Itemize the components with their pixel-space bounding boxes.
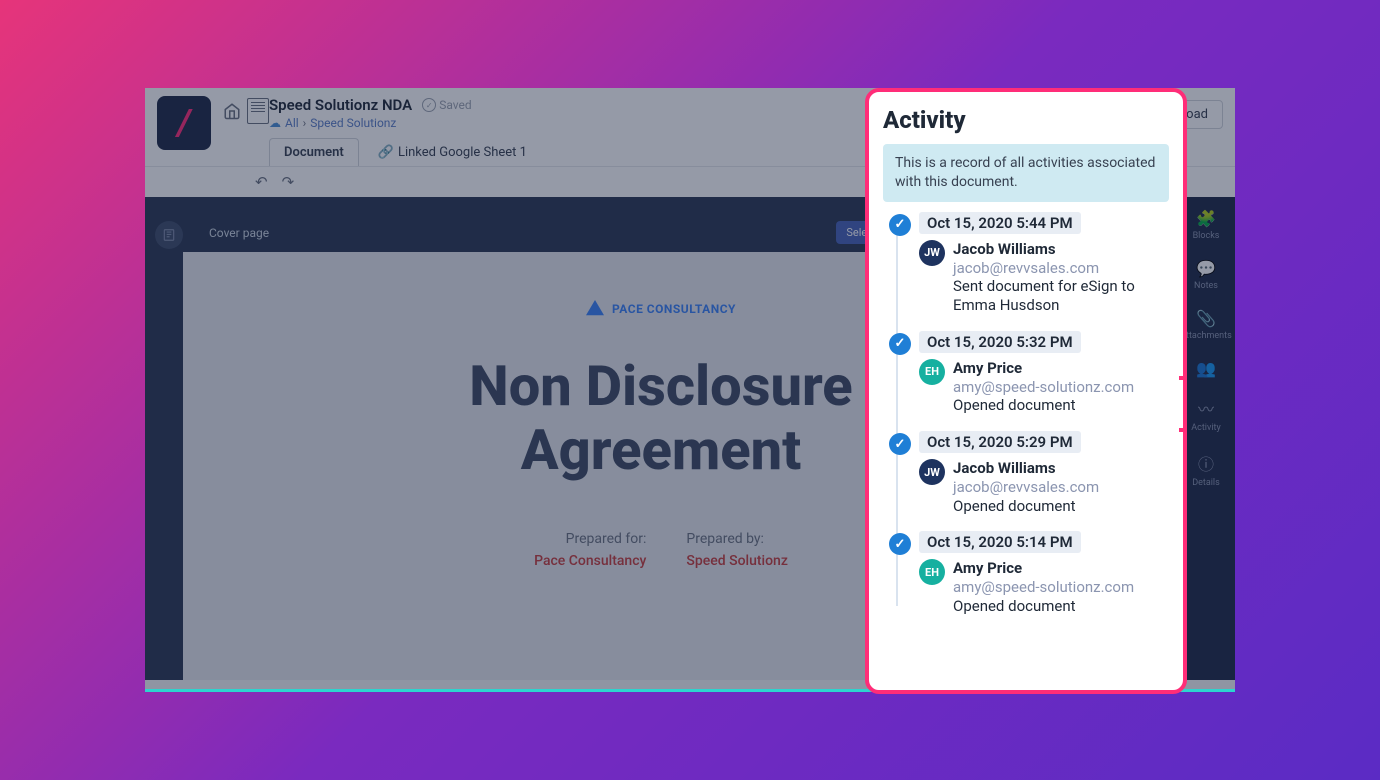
tab-document[interactable]: Document (269, 138, 359, 166)
prepared-row: Prepared for: Pace Consultancy Prepared … (534, 531, 788, 569)
breadcrumb-folder[interactable]: Speed Solutionz (310, 116, 396, 130)
sidebar-item-notes[interactable]: 💬Notes (1194, 259, 1218, 291)
attachments-icon: 📎 (1196, 309, 1216, 328)
saved-label: Saved (439, 98, 471, 112)
timeline-user-email: jacob@revvsales.com (953, 478, 1099, 497)
prepared-by: Prepared by: Speed Solutionz (686, 531, 788, 569)
sidebar-item-blocks[interactable]: 🧩Blocks (1193, 209, 1220, 241)
home-icon[interactable] (223, 102, 241, 120)
document-title: Speed Solutionz NDA (269, 96, 412, 114)
timeline-action: Opened document (953, 597, 1134, 616)
saved-indicator: ✓ Saved (422, 98, 471, 112)
prepared-by-label: Prepared by: (686, 531, 788, 547)
avatar: JW (919, 240, 945, 266)
activity-timeline: ✓ Oct 15, 2020 5:44 PM JW Jacob Williams… (883, 212, 1169, 616)
activity-description: This is a record of all activities assoc… (883, 144, 1169, 202)
activity-icon: 〰 (1198, 396, 1214, 420)
check-badge-icon: ✓ (889, 333, 911, 355)
timeline-item: ✓ Oct 15, 2020 5:29 PM JW Jacob Williams… (887, 431, 1169, 515)
timeline-action: Sent document for eSign to Emma Husdson (953, 277, 1169, 315)
undo-icon[interactable]: ↶ (255, 173, 268, 191)
avatar: EH (919, 559, 945, 585)
timeline-item: ✓ Oct 15, 2020 5:14 PM EH Amy Price amy@… (887, 531, 1169, 615)
app-window: / Speed Solutionz NDA ✓ Saved ☁ All › Sp… (145, 88, 1235, 692)
timeline-action: Opened document (953, 497, 1099, 516)
logo-slash-icon: / (178, 102, 191, 144)
brand-text: PACE CONSULTANCY (612, 302, 736, 316)
details-icon: ⓘ (1198, 451, 1214, 475)
breadcrumb-all[interactable]: All (285, 116, 299, 130)
document-main-title: Non DisclosureAgreement (469, 354, 852, 483)
prepared-for-label: Prepared for: (534, 531, 646, 547)
document-icon (247, 98, 269, 124)
brand-row: PACE CONSULTANCY (586, 300, 736, 318)
check-badge-icon: ✓ (889, 433, 911, 455)
tab-linked-sheet[interactable]: 🔗Linked Google Sheet 1 (363, 138, 542, 166)
sidebar-item-activity[interactable]: 〰Activity (1191, 396, 1220, 433)
timeline-timestamp: Oct 15, 2020 5:29 PM (919, 431, 1081, 453)
redo-icon[interactable]: ↷ (282, 173, 295, 191)
activity-panel: Activity Activity This is a record of al… (865, 88, 1187, 694)
sidebar-item-people[interactable]: 👥 (1196, 359, 1216, 378)
brand-triangle-icon (586, 300, 604, 318)
timeline-user-name: Amy Price (953, 359, 1134, 378)
app-logo[interactable]: / (157, 96, 211, 150)
timeline-user-email: amy@speed-solutionz.com (953, 378, 1134, 397)
sidebar-item-attachments[interactable]: 📎Attachments (1180, 309, 1231, 341)
page-thumbnail-icon[interactable] (155, 221, 183, 249)
check-badge-icon: ✓ (889, 214, 911, 236)
timeline-item: ✓ Oct 15, 2020 5:32 PM EH Amy Price amy@… (887, 331, 1169, 415)
cover-page-label: Cover page (209, 226, 269, 240)
cloud-icon: ☁ (269, 116, 281, 130)
timeline-timestamp: Oct 15, 2020 5:32 PM (919, 331, 1081, 353)
avatar: JW (919, 459, 945, 485)
timeline-action: Opened document (953, 396, 1134, 415)
prepared-by-value: Speed Solutionz (686, 553, 788, 569)
timeline-user-name: Jacob Williams (953, 240, 1169, 259)
timeline-item: ✓ Oct 15, 2020 5:44 PM JW Jacob Williams… (887, 212, 1169, 315)
blocks-icon: 🧩 (1196, 209, 1216, 228)
timeline-timestamp: Oct 15, 2020 5:14 PM (919, 531, 1081, 553)
timeline-user-email: jacob@revvsales.com (953, 259, 1169, 278)
activity-title: Activity (883, 106, 1169, 134)
timeline-timestamp: Oct 15, 2020 5:44 PM (919, 212, 1081, 234)
activity-tab-callout[interactable]: Activity (1179, 376, 1187, 432)
home-doc-icons (223, 98, 269, 124)
sidebar-item-details[interactable]: ⓘDetails (1192, 451, 1220, 488)
chevron-right-icon: › (303, 116, 307, 130)
check-icon: ✓ (422, 98, 436, 112)
people-icon: 👥 (1196, 359, 1216, 378)
check-badge-icon: ✓ (889, 533, 911, 555)
prepared-for: Prepared for: Pace Consultancy (534, 531, 646, 569)
notes-icon: 💬 (1196, 259, 1216, 278)
timeline-user-name: Jacob Williams (953, 459, 1099, 478)
timeline-user-name: Amy Price (953, 559, 1134, 578)
avatar: EH (919, 359, 945, 385)
link-icon: 🔗 (378, 145, 394, 160)
prepared-for-value: Pace Consultancy (534, 553, 646, 569)
timeline-user-email: amy@speed-solutionz.com (953, 578, 1134, 597)
